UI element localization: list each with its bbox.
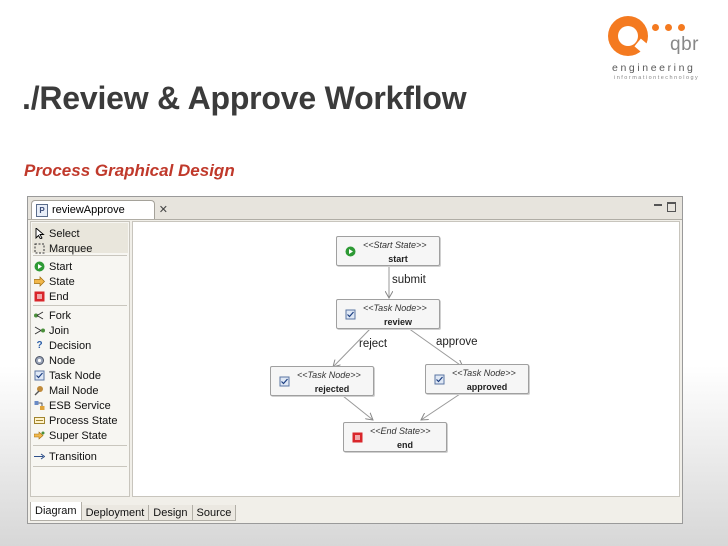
task-node-icon — [279, 376, 290, 387]
logo-brand: qbr — [670, 34, 699, 55]
node-end[interactable]: <<End State>> end — [343, 422, 447, 452]
task-node-icon — [345, 309, 356, 320]
close-icon[interactable]: ✕ — [159, 203, 168, 216]
palette-divider — [33, 466, 127, 467]
transition-rejected-end-line[interactable] — [337, 391, 373, 420]
process-file-icon: P — [36, 203, 48, 217]
logo-q-mark — [608, 16, 648, 56]
tab-design[interactable]: Design — [148, 505, 193, 521]
node-stereotype: <<Start State>> — [363, 240, 427, 250]
marquee-icon — [34, 243, 45, 254]
decision-icon: ? — [36, 339, 43, 351]
node-start[interactable]: <<Start State>> start — [336, 236, 440, 266]
logo-subtag: informationtechnology — [614, 75, 700, 81]
palette-item-fork[interactable]: Fork — [34, 308, 71, 323]
node-name: start — [388, 254, 408, 264]
tab-deployment[interactable]: Deployment — [80, 505, 150, 521]
palette-item-end[interactable]: End — [34, 289, 69, 304]
palette-divider — [33, 445, 127, 446]
esb-service-icon — [34, 400, 45, 411]
diagram-canvas[interactable]: <<Start State>> start submit <<Task Node… — [132, 221, 680, 497]
transition-label-reject: reject — [359, 338, 388, 350]
pointer-icon — [34, 228, 45, 239]
node-review[interactable]: <<Task Node>> review — [336, 299, 440, 329]
palette-item-join[interactable]: Join — [34, 323, 69, 338]
editor-tab-bar: P reviewApprove ✕ — [28, 197, 682, 220]
state-icon — [34, 276, 45, 287]
tab-source[interactable]: Source — [191, 505, 237, 521]
palette-item-transition[interactable]: Transition — [34, 449, 97, 464]
end-icon — [34, 291, 45, 302]
transition-label-approve: approve — [436, 336, 478, 348]
minimize-icon[interactable] — [654, 204, 662, 209]
palette-item-select[interactable]: Select — [34, 226, 80, 241]
start-icon — [345, 246, 356, 257]
node-rejected[interactable]: <<Task Node>> rejected — [270, 366, 374, 396]
task-node-icon — [434, 374, 445, 385]
node-name: end — [396, 440, 413, 450]
palette-item-esb-service[interactable]: ESB Service — [34, 398, 111, 413]
editor-bottom-tabs: Diagram Deployment Design Source — [30, 501, 237, 521]
process-editor: P reviewApprove ✕ Select Marquee Start S… — [27, 196, 683, 524]
end-icon — [352, 432, 363, 443]
start-icon — [34, 261, 45, 272]
super-state-icon — [34, 430, 45, 441]
node-name: approved — [466, 382, 508, 392]
join-icon — [34, 325, 45, 336]
node-stereotype: <<Task Node>> — [452, 368, 516, 378]
palette-item-mail-node[interactable]: Mail Node — [34, 383, 99, 398]
palette-item-super-state[interactable]: Super State — [34, 428, 107, 443]
node-name: review — [383, 317, 413, 327]
mail-node-icon — [34, 385, 45, 396]
palette-divider — [33, 255, 127, 256]
node-stereotype: <<End State>> — [370, 426, 431, 436]
palette-item-start[interactable]: Start — [34, 259, 72, 274]
transition-approved-end-line[interactable] — [421, 391, 464, 420]
tool-palette: Select Marquee Start State End Fork Join… — [30, 221, 130, 497]
node-stereotype: <<Task Node>> — [363, 303, 427, 313]
palette-item-process-state[interactable]: Process State — [34, 413, 117, 428]
palette-item-marquee[interactable]: Marquee — [34, 241, 92, 256]
palette-item-task-node[interactable]: Task Node — [34, 368, 101, 383]
qbr-logo: qbr engineering informationtechnology — [606, 12, 716, 82]
node-name: rejected — [314, 384, 350, 394]
palette-item-node[interactable]: Node — [34, 353, 75, 368]
node-approved[interactable]: <<Task Node>> approved — [425, 364, 529, 394]
slide-subtitle: Process Graphical Design — [24, 161, 235, 180]
logo-dots — [652, 24, 685, 31]
palette-item-state[interactable]: State — [34, 274, 75, 289]
slide-title: ./Review & Approve Workflow — [22, 80, 467, 116]
tab-diagram[interactable]: Diagram — [30, 502, 82, 521]
palette-item-decision[interactable]: ? Decision — [34, 338, 91, 353]
transition-icon — [34, 451, 45, 462]
maximize-icon[interactable] — [667, 202, 676, 212]
transition-label-submit: submit — [392, 274, 426, 286]
task-node-icon — [34, 370, 45, 381]
palette-divider — [33, 305, 127, 306]
node-stereotype: <<Task Node>> — [297, 370, 361, 380]
node-icon — [34, 355, 45, 366]
editor-tab-reviewapprove[interactable]: P reviewApprove ✕ — [31, 200, 168, 219]
logo-tagline: engineering — [612, 62, 696, 74]
process-state-icon — [34, 415, 45, 426]
editor-tab-label: reviewApprove — [52, 204, 125, 216]
fork-icon — [34, 310, 45, 321]
